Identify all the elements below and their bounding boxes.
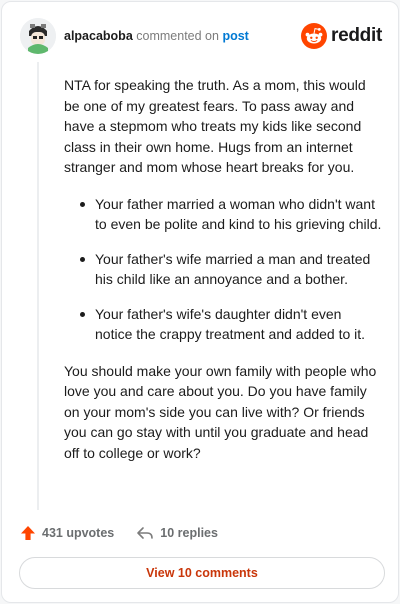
view-comments-button[interactable]: View 10 comments — [19, 557, 385, 589]
comment-paragraph: NTA for speaking the truth. As a mom, th… — [64, 77, 366, 175]
comment-bullet-list: Your father married a woman who didn't w… — [64, 194, 382, 345]
reply-button[interactable]: 10 replies — [136, 525, 218, 541]
upvote-arrow-icon — [21, 526, 35, 540]
list-item: Your father married a woman who didn't w… — [64, 194, 382, 235]
comment-body: NTA for speaking the truth. As a mom, th… — [64, 75, 382, 479]
user-avatar[interactable] — [20, 18, 56, 54]
comment-paragraph: You should make your own family with peo… — [64, 362, 377, 461]
username-link[interactable]: alpacaboba — [64, 29, 133, 43]
post-link[interactable]: post — [222, 29, 248, 43]
avatar-image — [20, 18, 56, 54]
reddit-wordmark: reddit — [331, 25, 382, 46]
reply-count: 10 replies — [160, 526, 218, 540]
comment-card: alpacaboba commented on post reddit NTA … — [1, 1, 399, 603]
reddit-alien-icon — [301, 23, 328, 49]
comment-meta: alpacaboba commented on post — [64, 28, 249, 44]
thread-line[interactable] — [37, 62, 39, 510]
list-item: Your father's wife married a man and tre… — [64, 249, 382, 290]
reply-arrow-icon — [137, 527, 154, 539]
upvote-count: 431 upvotes — [42, 526, 115, 540]
comment-actions: 431 upvotes 10 replies — [20, 523, 218, 543]
action-text: commented on — [136, 29, 219, 43]
comment-header: alpacaboba commented on post reddit — [20, 17, 382, 55]
reddit-logo[interactable]: reddit — [301, 23, 382, 49]
upvote-button[interactable]: 431 upvotes — [20, 525, 114, 541]
list-item: Your father's wife's daughter didn't eve… — [64, 304, 382, 345]
